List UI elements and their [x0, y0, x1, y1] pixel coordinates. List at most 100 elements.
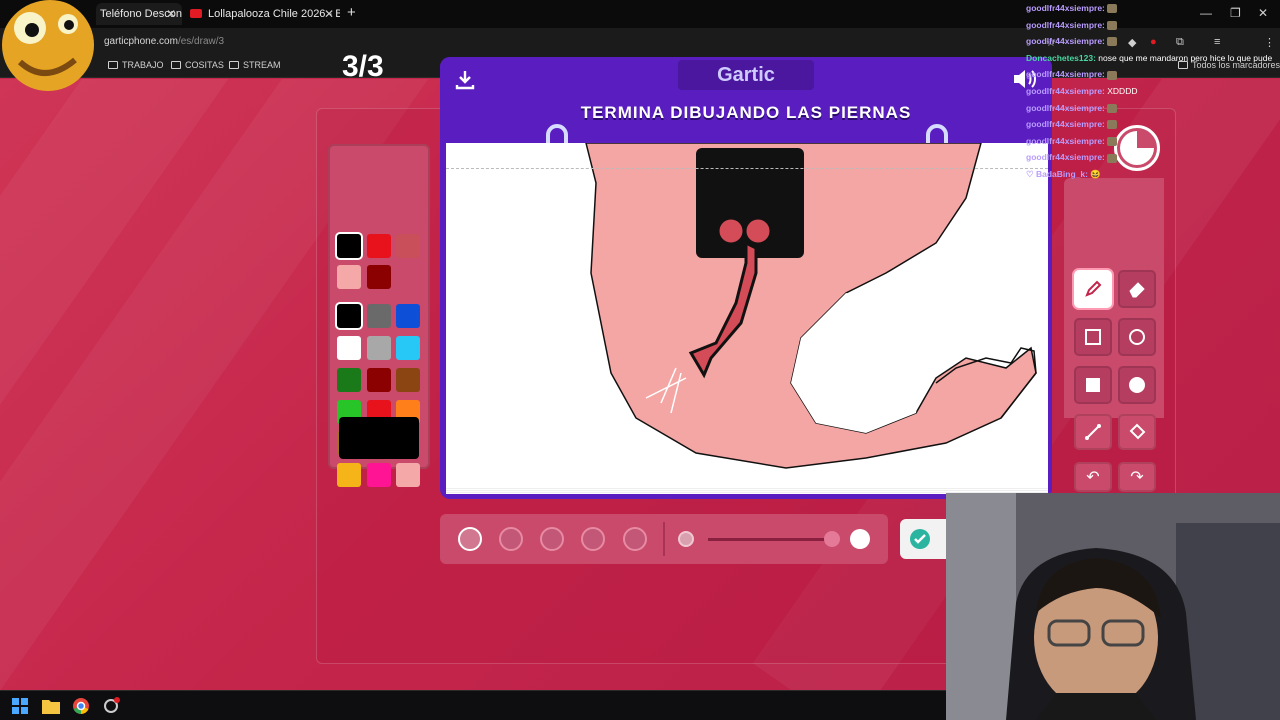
file-explorer-icon[interactable] — [42, 698, 60, 714]
chat-message: goodlfr44xsiempre: — [1026, 17, 1280, 34]
chat-emote-icon — [1107, 37, 1118, 47]
filled-circle-icon — [1129, 377, 1145, 393]
opacity-slider[interactable] — [708, 538, 834, 541]
fill-bucket-tool[interactable] — [1118, 414, 1156, 450]
line-icon — [1085, 424, 1101, 440]
tool-panel — [1064, 178, 1164, 418]
emote-face-icon — [2, 0, 94, 91]
color-swatch[interactable] — [396, 368, 420, 392]
color-swatch[interactable] — [337, 304, 361, 328]
drawing-prompt: TERMINA DIBUJANDO LAS PIERNAS — [580, 103, 912, 122]
circle-icon — [1129, 329, 1145, 345]
drawing-canvas[interactable] — [446, 143, 1048, 491]
close-tab-icon[interactable]: ✕ — [166, 3, 176, 25]
color-swatch[interactable] — [396, 234, 420, 258]
chat-message: Doncachetes123: nose que me mandaron per… — [1026, 50, 1280, 67]
bookmark-label: STREAM — [243, 60, 281, 70]
chat-emote-icon — [1107, 4, 1118, 14]
chat-emote-icon — [1107, 120, 1118, 130]
color-swatch[interactable] — [367, 265, 391, 289]
url-path: /es/draw/3 — [177, 36, 225, 47]
color-swatch[interactable] — [367, 304, 391, 328]
chrome-icon[interactable] — [72, 697, 90, 715]
opacity-max-icon — [850, 529, 870, 549]
color-swatch[interactable] — [337, 463, 361, 487]
chat-message: goodlfr44xsiempre: — [1026, 33, 1280, 50]
color-swatch[interactable] — [337, 234, 361, 258]
chat-emote-icon — [1107, 137, 1118, 146]
tab-title: Lollapalooza Chile 2026 - Banco — [208, 8, 340, 20]
color-swatch[interactable] — [396, 336, 420, 360]
chat-text: 😆 — [1090, 168, 1101, 179]
chat-username: goodlfr44xsiempre: — [1026, 36, 1108, 47]
browser-tab-active[interactable]: Teléfono Descon ✕ — [96, 3, 182, 25]
guide-line — [446, 168, 1048, 169]
rect-outline-tool[interactable] — [1074, 318, 1112, 356]
brush-size-3[interactable] — [540, 527, 564, 551]
undo-tool[interactable]: ↶ — [1074, 462, 1112, 492]
close-tab-icon[interactable]: ✕ — [324, 3, 334, 25]
browser-tab[interactable]: Lollapalooza Chile 2026 - Banco ✕ — [186, 3, 340, 25]
color-swatch[interactable] — [396, 463, 420, 487]
opacity-slider-handle[interactable] — [824, 531, 840, 547]
chat-emote-icon — [1107, 70, 1118, 80]
color-swatch[interactable] — [367, 234, 391, 258]
new-tab-button[interactable]: + — [347, 4, 356, 21]
url-field[interactable]: garticphone.com/es/draw/3 — [104, 36, 224, 47]
color-swatch[interactable] — [367, 463, 391, 487]
rectangle-icon — [1085, 329, 1101, 345]
color-swatch[interactable] — [367, 336, 391, 360]
chat-username: goodlfr44xsiempre: — [1026, 3, 1108, 13]
color-swatch[interactable] — [337, 368, 361, 392]
pencil-tool[interactable] — [1074, 270, 1112, 308]
download-icon[interactable] — [454, 69, 476, 91]
brush-size-4[interactable] — [581, 527, 605, 551]
undo-icon: ↶ — [1086, 469, 1100, 486]
line-tool[interactable] — [1074, 414, 1112, 450]
brush-size-1[interactable] — [458, 527, 482, 551]
bookmark-folder-trabajo[interactable]: TRABAJO — [108, 60, 164, 70]
chat-username: Doncachetes123: — [1026, 52, 1099, 63]
brush-size-2[interactable] — [499, 527, 523, 551]
chat-message: goodlfr44xsiempre: — [1026, 149, 1280, 166]
color-swatch[interactable] — [367, 368, 391, 392]
chat-username: goodlfr44xsiempre: — [1026, 102, 1108, 113]
eraser-icon — [1129, 282, 1145, 298]
drawing-strokes — [585, 143, 1037, 469]
app-gear-icon[interactable] — [102, 697, 120, 715]
notebook-header: Gartic TERMINA DIBUJANDO LAS PIERNAS — [440, 57, 1052, 139]
filled-rectangle-icon — [1086, 378, 1100, 392]
chat-message: goodlfr44xsiempre: XDDDD — [1026, 83, 1280, 100]
chat-username: goodlfr44xsiempre: — [1026, 119, 1108, 130]
brush-size-5[interactable] — [623, 527, 647, 551]
chat-message: goodlfr44xsiempre: — [1026, 116, 1280, 133]
url-host: garticphone.com — [104, 36, 178, 47]
ellipse-fill-tool[interactable] — [1118, 366, 1156, 404]
bookmark-folder-stream[interactable]: STREAM — [229, 60, 281, 70]
chat-message: goodlfr44xsiempre: — [1026, 100, 1280, 117]
redo-tool[interactable]: ↷ — [1118, 462, 1156, 492]
bookmark-folder-cositas[interactable]: COSITAS — [171, 60, 224, 70]
rect-fill-tool[interactable] — [1074, 366, 1112, 404]
color-swatch[interactable] — [396, 304, 420, 328]
windows-start-icon[interactable] — [12, 698, 28, 714]
folder-icon — [108, 61, 118, 69]
bookmark-label: TRABAJO — [122, 60, 164, 70]
chat-message: goodlfr44xsiempre: — [1026, 66, 1280, 83]
chat-text: nose que me mandaron pero hice lo que pu… — [1098, 52, 1273, 63]
color-swatch[interactable] — [337, 336, 361, 360]
divider — [663, 522, 665, 556]
chat-username: goodlfr44xsiempre: — [1026, 19, 1108, 30]
ellipse-outline-tool[interactable] — [1118, 318, 1156, 356]
stream-chat-overlay: goodlfr44xsiempre: goodlfr44xsiempre: go… — [1026, 0, 1280, 190]
round-counter: 3/3 — [342, 50, 384, 83]
chat-emote-icon — [1107, 153, 1118, 163]
youtube-icon — [190, 9, 202, 18]
eraser-tool[interactable] — [1118, 270, 1156, 308]
chat-username: goodlfr44xsiempre: — [1026, 85, 1108, 96]
color-swatch[interactable] — [337, 265, 361, 289]
chat-message: goodlfr44xsiempre: — [1026, 0, 1280, 17]
chat-message: ♡ BadaBing_k: 😆 — [1026, 166, 1280, 183]
chat-username: ♡ BadaBing_k: — [1026, 168, 1091, 179]
webcam-overlay — [946, 493, 1280, 720]
